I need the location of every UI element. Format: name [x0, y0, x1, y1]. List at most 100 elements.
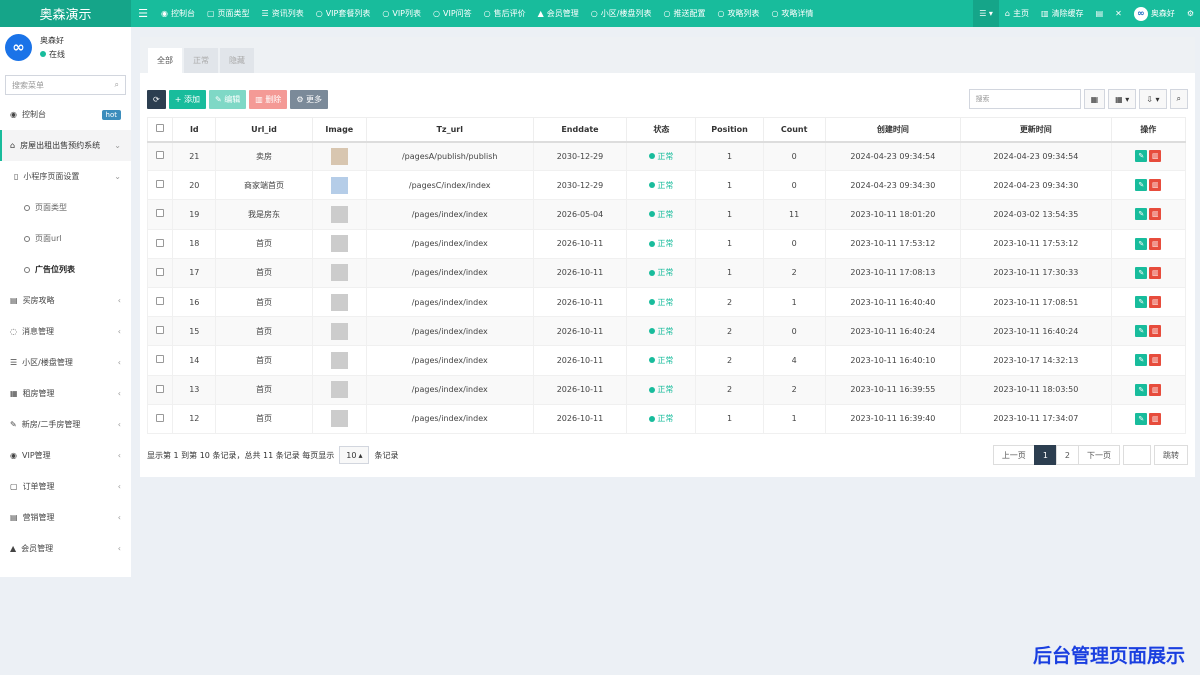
- thumbnail-image[interactable]: [330, 381, 348, 399]
- edit-icon[interactable]: ✎: [1135, 266, 1148, 279]
- table-row[interactable]: 17 首页/pages/index/index 2026-10-11 正常 1 2 2023…: [146, 257, 1187, 288]
- user-menu[interactable]: ∞ 奥森好: [1128, 0, 1181, 27]
- topnav-item[interactable]: ☰ 资讯列表: [256, 0, 310, 27]
- trash-icon[interactable]: ▥: [1149, 412, 1162, 425]
- tab-2[interactable]: 隐藏: [220, 48, 254, 73]
- topnav-item[interactable]: ○ 攻略详情: [765, 0, 819, 27]
- topnav-item[interactable]: ▲ 会员管理: [532, 0, 585, 27]
- sidebar-item[interactable]: 页面类型: [0, 192, 131, 223]
- topnav-item[interactable]: ○ 攻略列表: [711, 0, 765, 27]
- row-checkbox-cell[interactable]: [146, 170, 174, 201]
- toggle-view-button[interactable]: ▦: [1083, 89, 1106, 109]
- sidebar-item[interactable]: ◉ VIP管理 ‹: [0, 440, 131, 471]
- edit-icon[interactable]: ✎: [1135, 150, 1148, 163]
- prev-page-button[interactable]: 上一页: [992, 445, 1035, 465]
- trash-icon[interactable]: ▥: [1149, 237, 1162, 250]
- sidebar-item[interactable]: ◉ 控制台 hot: [0, 99, 131, 130]
- columns-button[interactable]: ▦ ▾: [1108, 89, 1137, 109]
- thumbnail-image[interactable]: [330, 293, 348, 311]
- row-checkbox-cell[interactable]: [146, 374, 174, 405]
- row-checkbox-cell[interactable]: [146, 286, 174, 318]
- trash-icon[interactable]: ▥: [1149, 383, 1162, 396]
- nav-dropdown-button[interactable]: ☰ ▾: [973, 0, 999, 27]
- trash-icon[interactable]: ▥: [1149, 266, 1162, 279]
- sidebar-item[interactable]: ☰ 小区/楼盘管理 ‹: [0, 347, 131, 378]
- add-button[interactable]: + 添加: [168, 89, 206, 109]
- table-row[interactable]: 12 首页/pages/index/index 2026-10-11 正常 1 1 2023…: [146, 403, 1187, 434]
- settings-button[interactable]: ⚙: [1181, 0, 1200, 27]
- checkbox-icon[interactable]: [156, 355, 165, 364]
- edit-icon[interactable]: ✎: [1135, 325, 1148, 338]
- trash-icon[interactable]: ▥: [1149, 325, 1162, 338]
- more-button[interactable]: ⚙ 更多: [290, 89, 329, 109]
- table-row[interactable]: 15 首页/pages/index/index 2026-10-11 正常 2 0 2023…: [146, 316, 1187, 347]
- jump-button[interactable]: 跳转: [1154, 445, 1188, 465]
- row-checkbox-cell[interactable]: [146, 345, 174, 376]
- checkbox-icon[interactable]: [156, 267, 165, 276]
- sidebar-item[interactable]: ▲ 会员管理 ‹: [0, 533, 131, 564]
- trash-icon[interactable]: ▥: [1149, 179, 1162, 192]
- search-input[interactable]: 搜索: [968, 89, 1081, 109]
- checkbox-icon[interactable]: [156, 384, 165, 393]
- sidebar-item[interactable]: ⌂ 房屋出租出售预约系统 ⌄: [0, 130, 131, 161]
- table-row[interactable]: 20 商家端首页/pagesC/index/index 2030-12-29 正常 1 0…: [146, 170, 1187, 201]
- thumbnail-image[interactable]: [330, 410, 348, 428]
- thumbnail-image[interactable]: [330, 176, 348, 194]
- topnav-item[interactable]: ◉ 控制台: [155, 0, 201, 27]
- thumbnail-image[interactable]: [330, 322, 348, 340]
- sidebar-item[interactable]: ✎ 新房/二手房管理 ‹: [0, 409, 131, 440]
- edit-icon[interactable]: ✎: [1135, 296, 1148, 309]
- trash-icon[interactable]: ▥: [1149, 208, 1162, 221]
- table-row[interactable]: 13 首页/pages/index/index 2026-10-11 正常 2 2 2023…: [146, 374, 1187, 405]
- checkbox-icon[interactable]: [156, 326, 165, 335]
- clear-cache-button[interactable]: ▥ 清除缓存: [1035, 0, 1090, 27]
- edit-icon[interactable]: ✎: [1135, 179, 1148, 192]
- sidebar-item[interactable]: ◌ 消息管理 ‹: [0, 316, 131, 347]
- thumbnail-image[interactable]: [330, 205, 348, 223]
- sidebar-item[interactable]: ▢ 订单管理 ‹: [0, 471, 131, 502]
- row-checkbox-cell[interactable]: [146, 199, 174, 230]
- sidebar-item[interactable]: ▯ 小程序页面设置 ⌄: [0, 161, 131, 192]
- next-page-button[interactable]: 下一页: [1078, 445, 1120, 465]
- trash-icon[interactable]: ▥: [1149, 354, 1162, 367]
- sidebar-item[interactable]: ▦ 租房管理 ‹: [0, 378, 131, 409]
- sidebar-item[interactable]: 页面url: [0, 223, 131, 254]
- row-checkbox-cell[interactable]: [146, 228, 174, 259]
- select-all-checkbox[interactable]: [146, 117, 174, 143]
- topnav-item[interactable]: ○ 小区/楼盘列表: [585, 0, 658, 27]
- edit-button[interactable]: ✎ 编辑: [208, 89, 247, 109]
- row-checkbox-cell[interactable]: [146, 140, 174, 172]
- page-jump-input[interactable]: [1123, 445, 1151, 465]
- table-row[interactable]: 16 首页/pages/index/index 2026-10-11 正常 2 1 2023…: [146, 286, 1187, 318]
- menu-search-input[interactable]: 搜索菜单 ⌕: [5, 75, 126, 95]
- checkbox-icon[interactable]: [156, 413, 165, 422]
- menu-toggle-icon[interactable]: ☰: [131, 7, 155, 20]
- topnav-item[interactable]: ○ VIP问答: [427, 0, 478, 27]
- edit-icon[interactable]: ✎: [1135, 354, 1148, 367]
- checkbox-icon[interactable]: [156, 180, 165, 189]
- checkbox-icon[interactable]: [156, 209, 165, 218]
- fullscreen-button[interactable]: ✕: [1109, 0, 1128, 27]
- table-row[interactable]: 19 我是房东/pages/index/index 2026-05-04 正常 1 11 2…: [146, 199, 1187, 230]
- edit-icon[interactable]: ✎: [1135, 383, 1148, 396]
- delete-button[interactable]: ▥ 删除: [249, 89, 288, 109]
- table-row[interactable]: 14 首页/pages/index/index 2026-10-11 正常 2 4 2023…: [146, 345, 1187, 376]
- checkbox-icon[interactable]: [156, 297, 165, 306]
- thumbnail-image[interactable]: [330, 147, 348, 165]
- topnav-item[interactable]: ○ VIP列表: [376, 0, 427, 27]
- advanced-search-button[interactable]: ⌕: [1169, 89, 1188, 109]
- edit-icon[interactable]: ✎: [1135, 208, 1148, 221]
- checkbox-icon[interactable]: [156, 151, 165, 160]
- export-button[interactable]: ⇩ ▾: [1139, 89, 1167, 109]
- page-size-select[interactable]: 10 ▴: [339, 446, 370, 464]
- checkbox-icon[interactable]: [156, 238, 165, 247]
- thumbnail-image[interactable]: [330, 351, 348, 369]
- row-checkbox-cell[interactable]: [146, 403, 174, 434]
- tab-1[interactable]: 正常: [184, 48, 218, 73]
- row-checkbox-cell[interactable]: [146, 316, 174, 347]
- search-icon[interactable]: ⌕: [115, 80, 119, 90]
- refresh-button[interactable]: ⟳: [147, 89, 166, 109]
- brand-logo[interactable]: 奥森演示: [0, 0, 131, 27]
- edit-icon[interactable]: ✎: [1135, 412, 1148, 425]
- table-row[interactable]: 18 首页/pages/index/index 2026-10-11 正常 1 0 2023…: [146, 228, 1187, 259]
